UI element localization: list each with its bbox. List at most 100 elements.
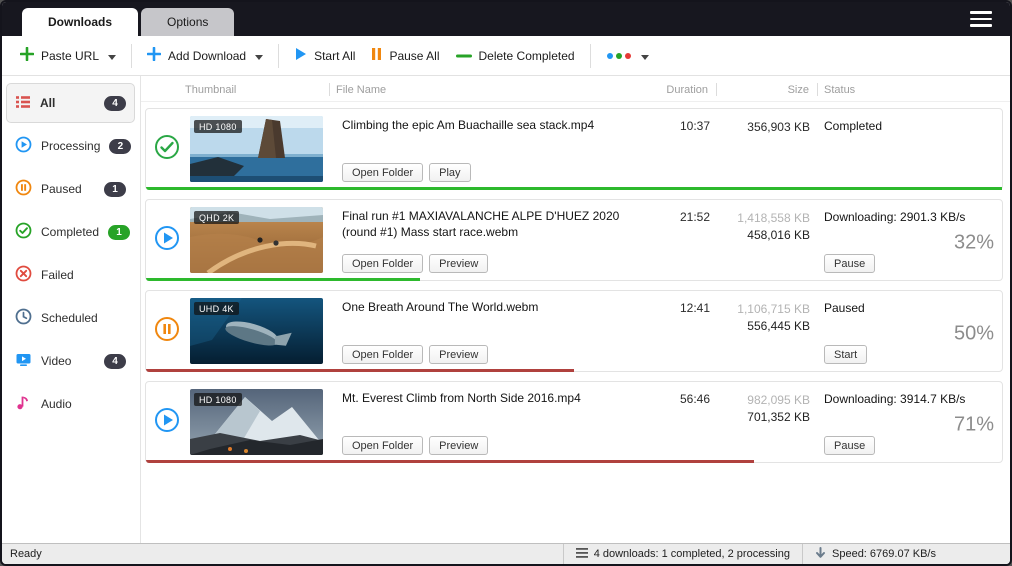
sidebar-item-label: Video: [41, 354, 71, 368]
play-circle-icon: [154, 407, 180, 438]
open-folder-button[interactable]: Open Folder: [342, 163, 423, 182]
delete-completed-label: Delete Completed: [479, 49, 575, 63]
sidebar-item-failed[interactable]: Failed: [6, 255, 135, 295]
speed-text: Speed: 6769.07 KB/s: [832, 548, 936, 560]
list-icon: [576, 548, 588, 561]
duration-value: 21:52: [652, 207, 710, 224]
sidebar-item-label: Processing: [41, 139, 100, 153]
video-thumbnail[interactable]: UHD 4K: [190, 298, 323, 364]
list-icon: [15, 94, 31, 113]
count-badge: 4: [104, 96, 126, 111]
paste-url-button[interactable]: Paste URL: [12, 41, 124, 70]
pause-circle-icon: [15, 179, 32, 199]
check-circle-icon: [15, 222, 32, 242]
file-name: Final run #1 MAXIAVALANCHE ALPE D'HUEZ 2…: [342, 207, 644, 240]
chevron-down-icon[interactable]: [108, 49, 116, 63]
status-text: Paused: [824, 301, 865, 315]
delete-completed-button[interactable]: Delete Completed: [448, 43, 583, 69]
pause-circle-icon: [154, 316, 180, 347]
size-total: 982,095 KB: [710, 392, 810, 409]
x-circle-icon: [15, 265, 32, 285]
pause-button[interactable]: Pause: [824, 436, 875, 455]
minus-icon: [456, 49, 472, 63]
sidebar-item-completed[interactable]: Completed 1: [6, 212, 135, 252]
sidebar-item-audio[interactable]: Audio: [6, 384, 135, 424]
down-arrow-icon: [815, 547, 826, 562]
open-folder-button[interactable]: Open Folder: [342, 436, 423, 455]
sidebar: All 4 Processing 2 Paused 1 Completed 1: [2, 76, 141, 543]
size-downloaded: 458,016 KB: [710, 227, 810, 244]
download-row[interactable]: HD 1080 Mt. Everest Climb from North Sid…: [145, 381, 1003, 463]
sidebar-item-processing[interactable]: Processing 2: [6, 126, 135, 166]
downloads-list: Thumbnail File Name Duration Size Status: [141, 76, 1010, 543]
progress-percent: 32%: [954, 231, 994, 254]
hamburger-menu-icon[interactable]: [966, 7, 996, 31]
count-badge: 1: [104, 182, 126, 197]
column-header-file-name: File Name: [330, 84, 650, 96]
file-name: Climbing the epic Am Buachaille sea stac…: [342, 116, 644, 133]
downloads-summary: 4 downloads: 1 completed, 2 processing: [563, 544, 802, 564]
download-row[interactable]: UHD 4K One Breath Around The World.webm …: [145, 290, 1003, 372]
download-row[interactable]: HD 1080 Climbing the epic Am Buachaille …: [145, 108, 1003, 190]
sidebar-item-video[interactable]: Video 4: [6, 341, 135, 381]
chevron-down-icon[interactable]: [641, 49, 649, 63]
downloads-summary-text: 4 downloads: 1 completed, 2 processing: [594, 548, 790, 560]
plus-icon: [20, 47, 34, 64]
progress-bar: [146, 278, 420, 281]
music-note-icon: [15, 394, 32, 414]
column-header-status: Status: [818, 84, 1004, 96]
sidebar-item-label: Audio: [41, 397, 72, 411]
sidebar-item-paused[interactable]: Paused 1: [6, 169, 135, 209]
duration-value: 10:37: [652, 116, 710, 133]
quality-badge: QHD 2K: [194, 211, 239, 224]
sidebar-item-scheduled[interactable]: Scheduled: [6, 298, 135, 338]
quality-badge: HD 1080: [194, 120, 242, 133]
download-row[interactable]: QHD 2K Final run #1 MAXIAVALANCHE ALPE D…: [145, 199, 1003, 281]
check-circle-icon: [154, 134, 180, 165]
open-folder-button[interactable]: Open Folder: [342, 254, 423, 273]
column-header-size: Size: [717, 84, 809, 96]
progress-bar: [146, 369, 574, 372]
colored-dots-icon: [606, 49, 632, 63]
chevron-down-icon[interactable]: [255, 49, 263, 63]
preview-button[interactable]: Preview: [429, 254, 488, 273]
preview-button[interactable]: Preview: [429, 345, 488, 364]
toolbar-separator: [278, 44, 279, 68]
video-thumbnail[interactable]: HD 1080: [190, 116, 323, 182]
count-badge: 2: [109, 139, 131, 154]
toolbar-separator: [590, 44, 591, 68]
more-actions-button[interactable]: [598, 43, 657, 69]
size-total: 356,903 KB: [710, 119, 810, 136]
sidebar-item-label: All: [40, 96, 55, 110]
status-bar: Ready 4 downloads: 1 completed, 2 proces…: [2, 543, 1010, 564]
duration-value: 12:41: [652, 298, 710, 315]
size-downloaded: 701,352 KB: [710, 409, 810, 426]
quality-badge: UHD 4K: [194, 302, 239, 315]
video-thumbnail[interactable]: HD 1080: [190, 389, 323, 455]
progress-percent: 71%: [954, 413, 994, 436]
titlebar: Downloads Options: [2, 2, 1010, 36]
progress-bar: [146, 460, 754, 463]
start-all-button[interactable]: Start All: [286, 41, 363, 70]
open-folder-button[interactable]: Open Folder: [342, 345, 423, 364]
pause-all-label: Pause All: [389, 49, 439, 63]
video-thumbnail[interactable]: QHD 2K: [190, 207, 323, 273]
play-button[interactable]: Play: [429, 163, 470, 182]
size-total: 1,106,715 KB: [710, 301, 810, 318]
tab-options[interactable]: Options: [141, 8, 234, 36]
pause-button[interactable]: Pause: [824, 254, 875, 273]
duration-value: 56:46: [652, 389, 710, 406]
quality-badge: HD 1080: [194, 393, 242, 406]
add-download-button[interactable]: Add Download: [139, 41, 271, 70]
preview-button[interactable]: Preview: [429, 436, 488, 455]
speed-indicator: Speed: 6769.07 KB/s: [802, 544, 1010, 564]
count-badge: 4: [104, 354, 126, 369]
start-button[interactable]: Start: [824, 345, 867, 364]
sidebar-item-label: Paused: [41, 182, 82, 196]
pause-all-button[interactable]: Pause All: [363, 41, 447, 70]
play-icon: [294, 47, 307, 64]
sidebar-item-all[interactable]: All 4: [6, 83, 135, 123]
plus-icon: [147, 47, 161, 64]
size-total: 1,418,558 KB: [710, 210, 810, 227]
tab-downloads[interactable]: Downloads: [22, 8, 138, 36]
